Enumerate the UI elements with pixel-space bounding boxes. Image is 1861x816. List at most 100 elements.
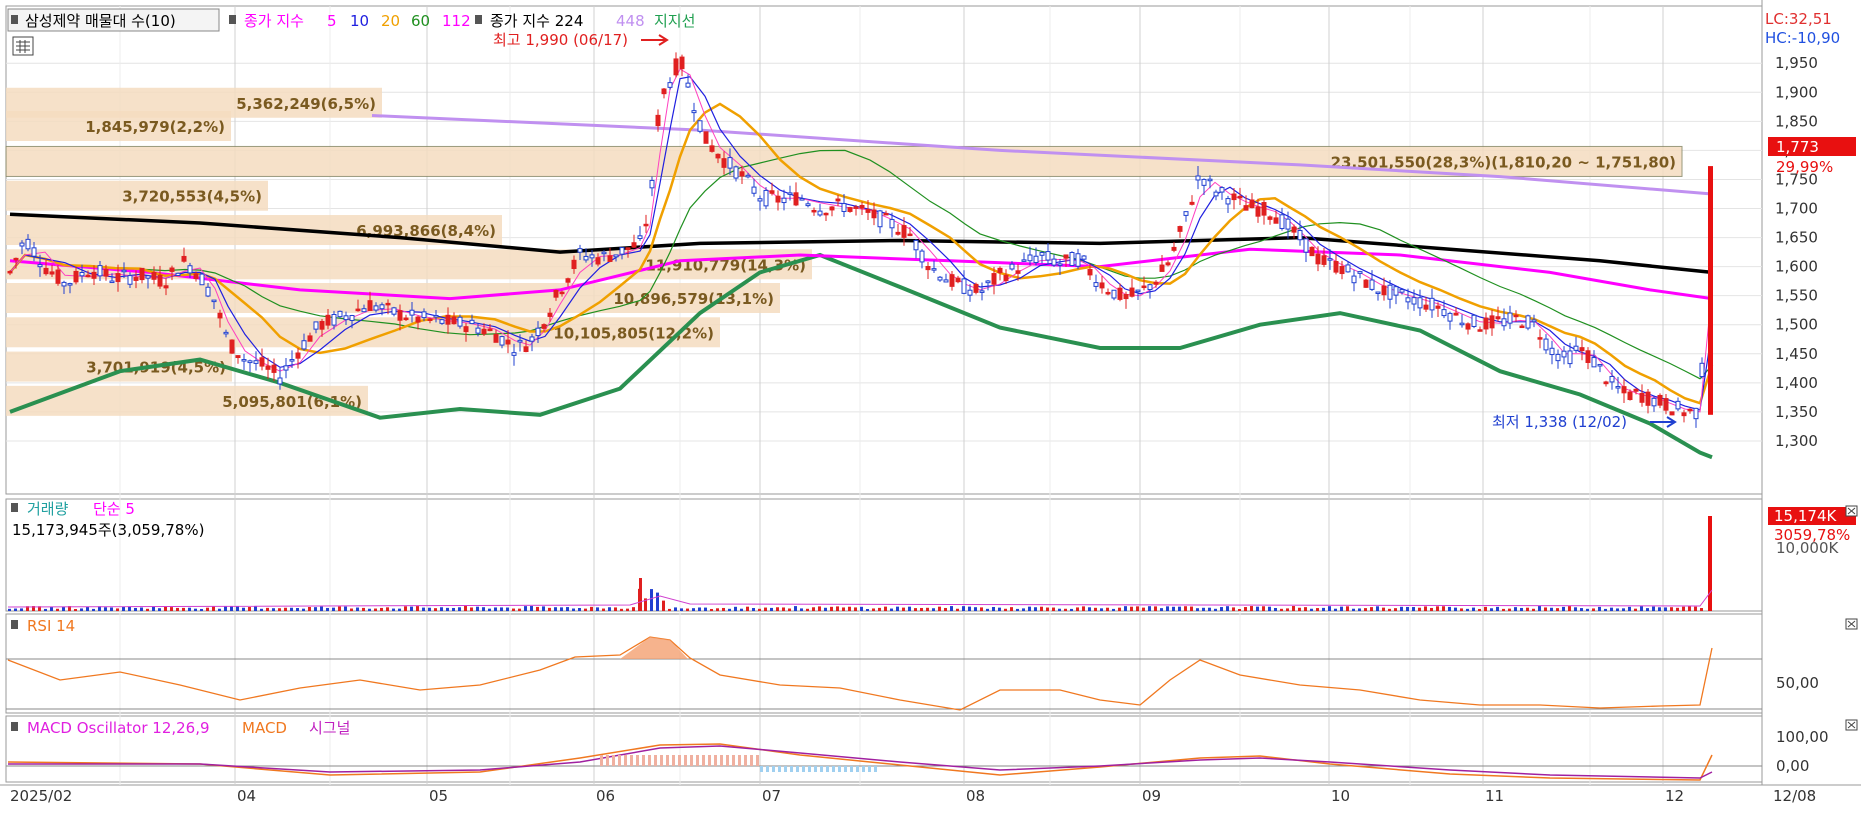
- volume-profile-label: 10,105,805(12,2%): [553, 324, 714, 342]
- volume-bar: [1250, 606, 1253, 611]
- macd-title[interactable]: MACD Oscillator 12,26,9: [27, 719, 210, 737]
- ma224-legend[interactable]: 종가 지수 224: [490, 12, 583, 30]
- candle-body: [1657, 394, 1663, 406]
- volume-bar: [752, 608, 755, 611]
- candle-body: [1207, 178, 1213, 182]
- candle-body: [109, 280, 115, 284]
- rsi-title[interactable]: RSI 14: [27, 617, 75, 635]
- ma112-legend[interactable]: 112: [442, 12, 471, 30]
- volume-title[interactable]: 거래량: [27, 500, 69, 518]
- signal-label[interactable]: 시그널: [309, 719, 350, 737]
- price-tick: 1,300: [1775, 432, 1818, 450]
- volume-bar: [1502, 608, 1505, 611]
- candle-body: [1603, 381, 1609, 385]
- volume-bar: [1376, 606, 1379, 611]
- volume-bar: [639, 578, 642, 611]
- candle-body: [229, 339, 235, 354]
- volume-bar: [488, 608, 491, 611]
- ma-legend-prefix[interactable]: 종가 지수: [244, 12, 304, 30]
- volume-bar: [1274, 607, 1277, 611]
- ma10-legend[interactable]: 10: [350, 12, 369, 30]
- candle-body: [1213, 191, 1219, 197]
- candle-body: [967, 289, 973, 296]
- volume-bar: [566, 607, 569, 611]
- volume-bar: [1196, 608, 1199, 611]
- volume-bar: [212, 606, 215, 611]
- ma20-legend[interactable]: 20: [381, 12, 400, 30]
- candle-body: [289, 359, 295, 362]
- time-tick: 04: [237, 787, 256, 805]
- candle-body: [931, 268, 937, 271]
- candle-body: [625, 247, 631, 251]
- ma448-legend[interactable]: 448: [616, 12, 645, 30]
- volume-profile-label: 5,095,801(6,1%): [222, 393, 362, 411]
- volume-bar: [716, 608, 719, 611]
- volume-bar: [1202, 607, 1205, 611]
- candle-body: [649, 179, 655, 189]
- candle-body: [661, 88, 667, 95]
- volume-bar: [1190, 606, 1193, 611]
- candle-body: [979, 290, 985, 293]
- candle-body: [1345, 264, 1351, 273]
- candle-body: [715, 153, 721, 159]
- volume-bar: [194, 608, 197, 611]
- candle-body: [619, 247, 625, 255]
- candle-body: [1177, 226, 1183, 232]
- candle-body: [25, 238, 31, 250]
- volume-bar: [254, 606, 257, 611]
- volume-bar: [1412, 607, 1415, 611]
- candle-body: [1369, 279, 1375, 290]
- candle-body: [961, 278, 967, 294]
- candle-body: [493, 333, 499, 343]
- macd-osc-bar: [778, 766, 781, 772]
- volume-bar: [284, 607, 287, 611]
- macd-axis-0: 0,00: [1776, 757, 1809, 775]
- candle-body: [1375, 291, 1381, 295]
- candle-body: [1357, 271, 1363, 274]
- candle-body: [31, 247, 37, 257]
- volume-bar: [1106, 607, 1109, 611]
- volume-ma[interactable]: 단순 5: [93, 500, 135, 518]
- candle-body: [691, 110, 697, 114]
- volume-bar: [278, 608, 281, 611]
- candle-body: [151, 272, 157, 280]
- candle-body: [1555, 353, 1561, 362]
- macd-label[interactable]: MACD: [242, 719, 287, 737]
- volume-bar: [860, 606, 863, 611]
- candle-body: [439, 319, 445, 324]
- volume-bar: [296, 608, 299, 611]
- volume-bar: [1334, 608, 1337, 611]
- candle-body: [1045, 251, 1051, 261]
- volume-bar: [944, 607, 947, 611]
- volume-bar: [1148, 606, 1151, 611]
- macd-osc-bar: [726, 755, 729, 766]
- candle-body: [211, 299, 217, 303]
- volume-profile-label: 3,720,553(4,5%): [122, 188, 262, 206]
- price-tick: 1,850: [1775, 112, 1818, 130]
- macd-osc-bar: [600, 755, 603, 766]
- volume-bar: [110, 607, 113, 611]
- candle-body: [919, 250, 925, 263]
- volume-bar: [218, 608, 221, 611]
- volume-bar: [1658, 607, 1661, 611]
- candle-body: [1567, 350, 1573, 365]
- candle-body: [19, 242, 25, 247]
- volume-bar: [1316, 608, 1319, 611]
- volume-bar: [524, 606, 527, 611]
- volume-bar: [452, 607, 455, 611]
- volume-bar: [1460, 608, 1463, 611]
- ma5-legend[interactable]: 5: [327, 12, 337, 30]
- volume-bar: [1244, 607, 1247, 611]
- candle-body: [805, 203, 811, 207]
- support-legend[interactable]: 지지선: [654, 12, 695, 30]
- volume-bar: [1304, 607, 1307, 611]
- ma60-legend[interactable]: 60: [411, 12, 430, 30]
- candle-body: [889, 219, 895, 229]
- macd-osc-bar: [802, 766, 805, 772]
- candle-body: [1153, 281, 1159, 285]
- volume-bar: [620, 608, 623, 611]
- volume-bar: [950, 606, 953, 611]
- macd-osc-bar: [766, 766, 769, 772]
- macd-osc-bar: [820, 766, 823, 772]
- volume-bar: [1640, 606, 1643, 611]
